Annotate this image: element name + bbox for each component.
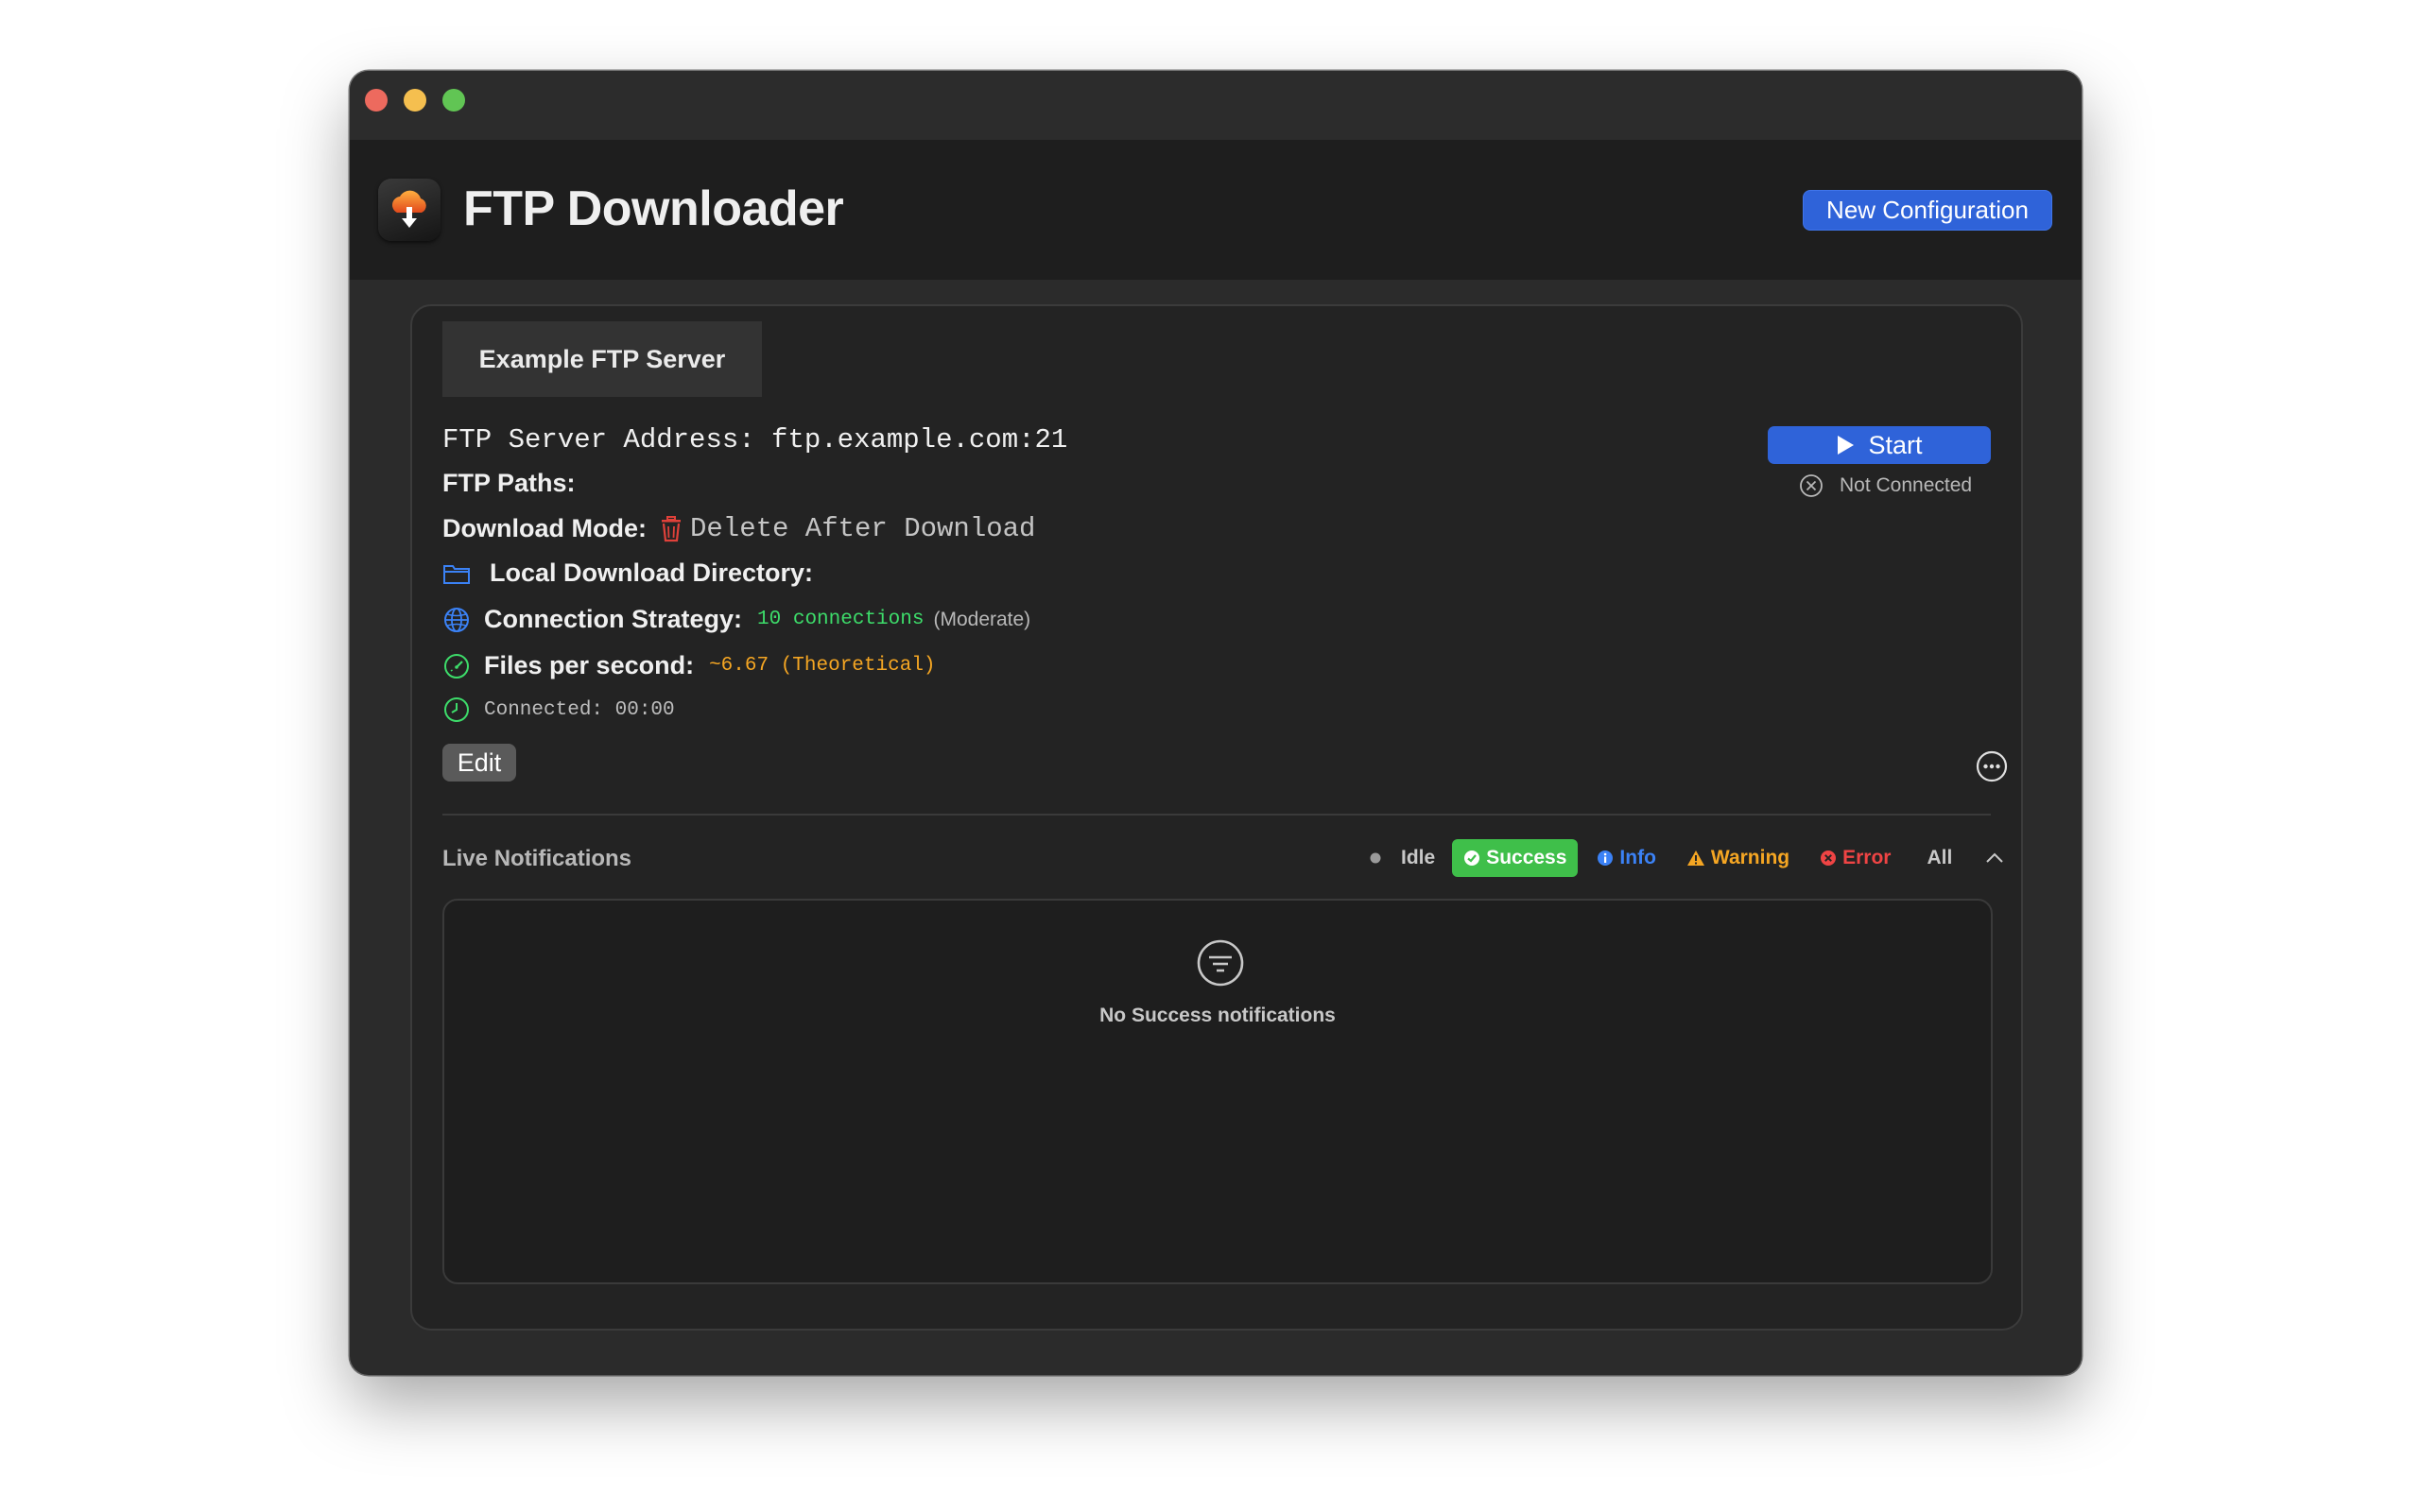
- files-per-second-row: Files per second: ~6.67 (Theoretical): [442, 651, 936, 680]
- server-address: FTP Server Address: ftp.example.com:21: [442, 424, 1068, 455]
- section-divider: [442, 814, 1991, 816]
- title-bar: [350, 71, 2082, 140]
- live-notifications-title: Live Notifications: [442, 846, 632, 871]
- new-configuration-button[interactable]: New Configuration: [1803, 190, 2052, 231]
- start-button[interactable]: Start: [1768, 426, 1991, 464]
- x-circle-icon: [1800, 474, 1823, 497]
- filter-info[interactable]: Info: [1585, 839, 1667, 877]
- edit-button[interactable]: Edit: [442, 744, 516, 782]
- strategy-level: (Moderate): [933, 608, 1031, 630]
- connection-status-label: Not Connected: [1840, 474, 1973, 496]
- checkmark-circle-icon: [1464, 850, 1480, 866]
- notifications-list: No Success notifications: [442, 899, 1993, 1284]
- dot-icon: [1370, 852, 1381, 864]
- app-title: FTP Downloader: [463, 181, 844, 236]
- cloud-download-app-icon: [378, 179, 441, 241]
- connected-timer: Connected: 00:00: [484, 698, 675, 721]
- filter-warning[interactable]: Warning: [1675, 839, 1801, 877]
- download-mode-row: Download Mode: Delete After Download: [442, 513, 1035, 544]
- connection-count: 10 connections: [757, 609, 925, 630]
- gauge-icon: [442, 652, 471, 680]
- filter-success[interactable]: Success: [1452, 839, 1579, 877]
- collapse-chevron-up-icon[interactable]: [1973, 839, 2022, 877]
- app-window: FTP Downloader New Configuration Example…: [350, 71, 2082, 1375]
- connection-strategy-row: Connection Strategy: 10 connections (Mod…: [442, 605, 1030, 634]
- local-directory-row: Local Download Directory:: [442, 558, 813, 588]
- tab-example-ftp-server[interactable]: Example FTP Server: [442, 321, 762, 397]
- filter-warning-label: Warning: [1710, 847, 1790, 868]
- empty-notifications-message: No Success notifications: [1099, 1005, 1336, 1026]
- play-icon: [1838, 436, 1855, 455]
- globe-icon: [442, 606, 471, 634]
- filter-error-label: Error: [1842, 847, 1892, 868]
- filter-success-label: Success: [1486, 847, 1567, 868]
- files-per-second-value: ~6.67 (Theoretical): [709, 655, 936, 677]
- filter-list-icon: [1196, 938, 1245, 988]
- folder-icon: [442, 559, 471, 588]
- download-mode-label: Download Mode:: [442, 514, 647, 542]
- filter-info-label: Info: [1619, 847, 1656, 868]
- connection-status: Not Connected: [1798, 472, 1972, 499]
- filter-idle-label: Idle: [1401, 847, 1436, 868]
- connected-timer-row: Connected: 00:00: [442, 696, 675, 724]
- local-directory-label: Local Download Directory:: [490, 558, 814, 587]
- trash-icon: [660, 515, 683, 542]
- files-per-second-label: Files per second:: [484, 651, 695, 679]
- filter-error[interactable]: Error: [1808, 839, 1902, 877]
- warning-icon: [1686, 850, 1704, 866]
- close-window-button[interactable]: [365, 89, 388, 112]
- more-options-icon[interactable]: [1976, 750, 2008, 782]
- notification-filters: Idle Success Info Warning Error All: [1357, 839, 2022, 877]
- clock-icon: [442, 696, 471, 724]
- start-label: Start: [1868, 431, 1923, 459]
- filter-idle[interactable]: Idle: [1357, 839, 1446, 877]
- minimize-window-button[interactable]: [404, 89, 426, 112]
- x-circle-fill-icon: [1821, 850, 1837, 866]
- filter-all[interactable]: All: [1915, 839, 1963, 877]
- configuration-panel: Example FTP Server FTP Server Address: f…: [410, 304, 2023, 1331]
- download-mode-value: Delete After Download: [689, 513, 1036, 544]
- info-icon: [1598, 850, 1614, 866]
- connection-strategy-label: Connection Strategy:: [484, 605, 743, 633]
- ftp-paths-label: FTP Paths:: [442, 469, 576, 497]
- filter-all-label: All: [1927, 847, 1953, 868]
- zoom-window-button[interactable]: [442, 89, 465, 112]
